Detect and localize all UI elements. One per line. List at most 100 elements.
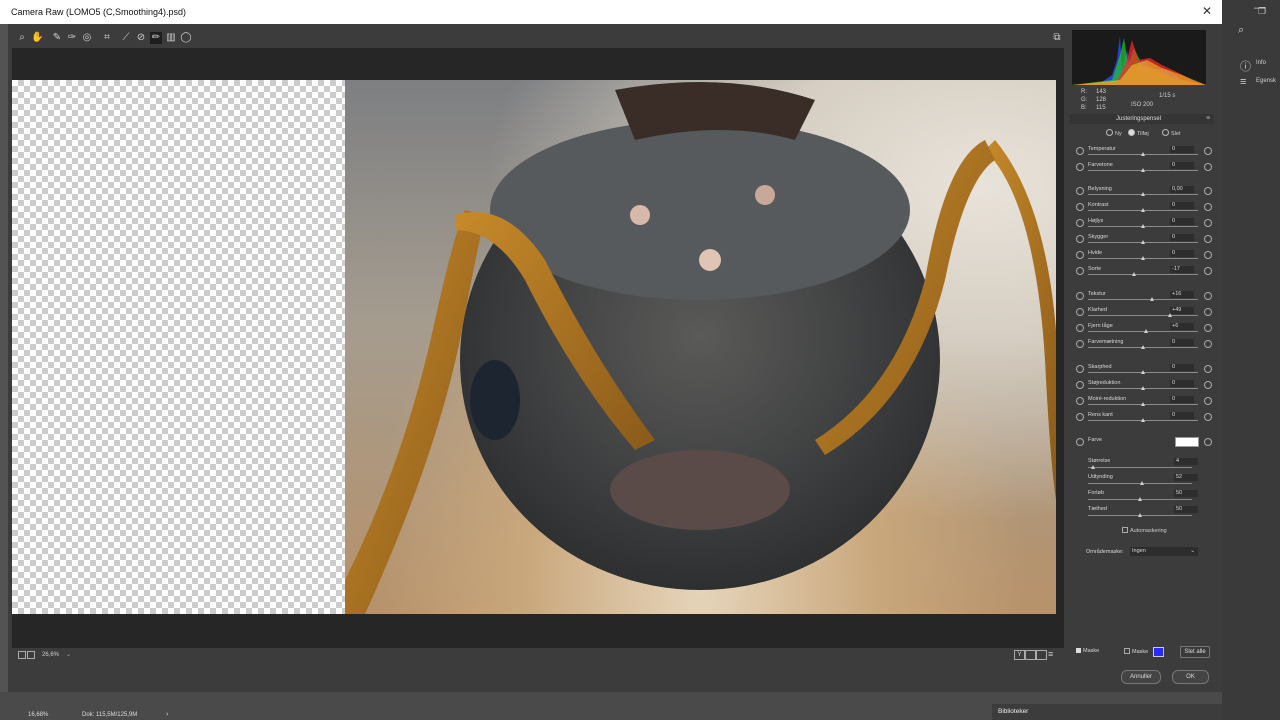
minus-icon[interactable] [1076, 292, 1084, 300]
brush-value[interactable]: 52 [1174, 474, 1198, 481]
adjustment-value[interactable]: +16 [1170, 291, 1194, 298]
slider-track[interactable] [1088, 299, 1198, 300]
plus-icon[interactable] [1204, 381, 1212, 389]
slider-thumb[interactable] [1141, 386, 1145, 390]
brush-value[interactable]: 50 [1174, 490, 1198, 497]
zoom-level[interactable]: 26,6% [42, 652, 59, 658]
cancel-button[interactable]: Annuller [1121, 670, 1161, 684]
white-balance-tool-icon[interactable]: ✎ [51, 32, 63, 44]
radial-filter-tool-icon[interactable]: ◯ [180, 32, 192, 44]
ant-photo[interactable] [345, 80, 1056, 614]
menu-icon[interactable]: ≡ [1048, 649, 1053, 659]
zoom-tool-icon[interactable]: ⌕ [16, 32, 28, 44]
plus-icon[interactable] [1204, 235, 1212, 243]
minus-icon[interactable] [1076, 397, 1084, 405]
clear-all-button[interactable]: Slet alle [1180, 646, 1210, 658]
color-sampler-tool-icon[interactable]: ✑ [66, 32, 78, 44]
adjustment-row[interactable]: Kontrast 0 [1076, 202, 1212, 216]
open-preferences-icon[interactable]: ⧉ [1051, 32, 1063, 44]
adjustment-value[interactable]: 0 [1170, 146, 1194, 153]
plus-icon[interactable] [1204, 251, 1212, 259]
adjustment-row[interactable]: Skygger 0 [1076, 234, 1212, 248]
minus-icon[interactable] [1076, 365, 1084, 373]
minus-icon[interactable] [1076, 267, 1084, 275]
slider-thumb[interactable] [1141, 240, 1145, 244]
adjustment-row[interactable]: Tekstur +16 [1076, 291, 1212, 305]
color-row[interactable]: Farve [1076, 437, 1212, 451]
close-icon[interactable]: ✕ [1202, 4, 1212, 18]
before-after-icon[interactable]: Y [1014, 650, 1025, 660]
slider-track[interactable] [1088, 315, 1198, 316]
brush-row[interactable]: Tæthed 50 [1086, 506, 1198, 520]
brush-value[interactable]: 4 [1174, 458, 1198, 465]
plus-icon[interactable] [1204, 397, 1212, 405]
copy-settings-icon[interactable] [1036, 650, 1047, 660]
plus-icon[interactable] [1204, 292, 1212, 300]
mask-color-swatch[interactable] [1153, 647, 1164, 657]
adjustment-row[interactable]: Skarphed 0 [1076, 364, 1212, 378]
plus-icon[interactable] [1204, 365, 1212, 373]
slider-thumb[interactable] [1131, 272, 1136, 276]
slider-thumb[interactable] [1138, 497, 1142, 501]
slider-thumb[interactable] [1141, 224, 1145, 228]
brush-row[interactable]: Udtynding 52 [1086, 474, 1198, 488]
minus-icon[interactable] [1076, 203, 1084, 211]
adjustment-row[interactable]: Moiré-reduktion 0 [1076, 396, 1212, 410]
adjustment-value[interactable]: 0 [1170, 412, 1194, 419]
plus-icon[interactable] [1204, 147, 1212, 155]
adjustment-row[interactable]: Farvetone 0 [1076, 162, 1212, 176]
plus-icon[interactable] [1204, 438, 1212, 446]
adjustment-row[interactable]: Klarhed +49 [1076, 307, 1212, 321]
slider-thumb[interactable] [1091, 465, 1096, 469]
range-mask-select[interactable]: Ingen ⌄ [1130, 547, 1198, 556]
adjustment-row[interactable]: Rens kant 0 [1076, 412, 1212, 426]
radio-new-icon[interactable] [1106, 129, 1113, 136]
radio-add-icon[interactable] [1128, 129, 1135, 136]
adjustment-value[interactable]: 0 [1170, 380, 1194, 387]
mode-new[interactable]: Ny [1106, 129, 1122, 137]
adjustment-value[interactable]: -17 [1170, 266, 1194, 273]
properties-panel-label[interactable]: Egensk [1256, 78, 1276, 84]
checkbox-icon[interactable] [1122, 527, 1128, 533]
ok-button[interactable]: OK [1172, 670, 1209, 684]
slider-track[interactable] [1088, 467, 1192, 468]
swap-icon[interactable] [1025, 650, 1036, 660]
slider-thumb[interactable] [1138, 513, 1142, 517]
adjustment-row[interactable]: Farvemætning 0 [1076, 339, 1212, 353]
adjustment-brush-tool-icon[interactable]: ✏ [150, 32, 162, 44]
plus-icon[interactable] [1204, 308, 1212, 316]
spot-removal-tool-icon[interactable]: ⊘ [135, 32, 147, 44]
plus-icon[interactable] [1204, 187, 1212, 195]
panel-menu-icon[interactable]: ≡ [1206, 115, 1210, 122]
plus-icon[interactable] [1204, 340, 1212, 348]
slider-thumb[interactable] [1141, 168, 1145, 172]
restore-icon[interactable]: ❐ [1258, 6, 1266, 17]
brush-value[interactable]: 50 [1174, 506, 1198, 513]
checkbox-icon[interactable] [1124, 648, 1130, 654]
radio-erase-icon[interactable] [1162, 129, 1169, 136]
plus-icon[interactable] [1204, 163, 1212, 171]
minus-icon[interactable] [1076, 235, 1084, 243]
slider-thumb[interactable] [1141, 402, 1145, 406]
info-icon[interactable]: ⓘ [1240, 58, 1251, 74]
minus-icon[interactable] [1076, 219, 1084, 227]
minus-icon[interactable] [1076, 413, 1084, 421]
search-icon[interactable]: ⌕ [1238, 24, 1244, 37]
slider-thumb[interactable] [1141, 192, 1145, 196]
adjustment-value[interactable]: 0 [1170, 162, 1194, 169]
chevron-down-icon[interactable]: ⌄ [66, 651, 71, 658]
adjustment-row[interactable]: Støjreduktion 0 [1076, 380, 1212, 394]
minus-icon[interactable] [1076, 163, 1084, 171]
slider-thumb[interactable] [1141, 345, 1145, 349]
minus-icon[interactable] [1076, 147, 1084, 155]
slider-track[interactable] [1088, 274, 1198, 275]
straighten-tool-icon[interactable]: ⟋ [120, 32, 132, 44]
mask-color-checkbox[interactable]: Maske [1124, 648, 1148, 655]
slider-thumb[interactable] [1141, 418, 1145, 422]
slider-thumb[interactable] [1141, 208, 1145, 212]
mask-checkbox[interactable]: Maske [1076, 648, 1099, 654]
minus-icon[interactable] [1076, 340, 1084, 348]
adjustment-value[interactable]: +6 [1170, 323, 1194, 330]
slider-thumb[interactable] [1141, 152, 1145, 156]
minus-icon[interactable] [1076, 251, 1084, 259]
